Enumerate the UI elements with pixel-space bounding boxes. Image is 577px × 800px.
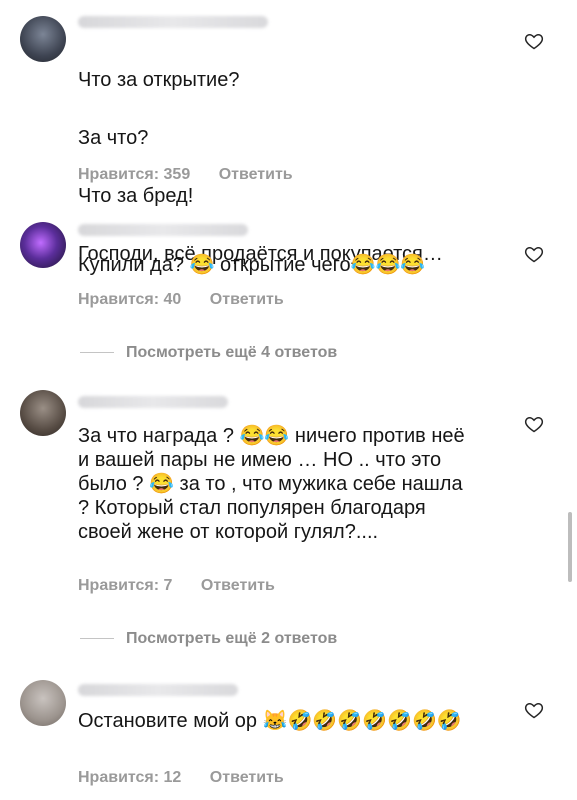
reply-button[interactable]: Ответить (201, 577, 275, 594)
username-blurred[interactable] (78, 16, 268, 28)
avatar[interactable] (20, 16, 66, 62)
avatar[interactable] (20, 222, 66, 268)
likes-count: Нравится: 12 (78, 769, 182, 786)
comment-text: За что награда ? 😂😂 ничего против неё и … (78, 425, 465, 543)
view-more-label: Посмотреть ещё 4 ответов (126, 344, 338, 361)
heart-outline-icon[interactable] (524, 700, 544, 720)
comment-meta: Нравится: 359 Ответить (78, 166, 317, 184)
reply-button[interactable]: Ответить (210, 291, 284, 308)
heart-outline-icon[interactable] (524, 244, 544, 264)
heart-outline-icon[interactable] (524, 31, 544, 51)
comment-text: Остановите мой ор 😹🤣🤣🤣🤣🤣🤣🤣 (78, 710, 462, 732)
reply-button[interactable]: Ответить (210, 769, 284, 786)
comment-line: За что? (78, 127, 149, 149)
likes-count: Нравится: 7 (78, 577, 173, 594)
scrollbar[interactable] (568, 512, 572, 582)
heart-outline-icon[interactable] (524, 414, 544, 434)
view-more-replies-button[interactable]: Посмотреть ещё 2 ответов (80, 630, 337, 648)
username-blurred[interactable] (78, 396, 228, 408)
divider (80, 638, 114, 640)
view-more-label: Посмотреть ещё 2 ответов (126, 630, 338, 647)
comment-meta: Нравится: 12 Ответить (78, 769, 308, 787)
comment-text: Купили да? 😂 открытие чего😂😂😂 (78, 254, 426, 276)
avatar[interactable] (20, 680, 66, 726)
comment-line: Что за открытие? (78, 69, 240, 91)
view-more-replies-button[interactable]: Посмотреть ещё 4 ответов (80, 344, 337, 362)
divider (80, 352, 114, 354)
username-blurred[interactable] (78, 224, 248, 236)
username-blurred[interactable] (78, 684, 238, 696)
likes-count: Нравится: 359 (78, 166, 191, 183)
avatar[interactable] (20, 390, 66, 436)
comment-line: Что за бред! (78, 185, 194, 207)
reply-button[interactable]: Ответить (219, 166, 293, 183)
likes-count: Нравится: 40 (78, 291, 182, 308)
comment-meta: Нравится: 40 Ответить (78, 291, 308, 309)
comment-meta: Нравится: 7 Ответить (78, 577, 299, 595)
